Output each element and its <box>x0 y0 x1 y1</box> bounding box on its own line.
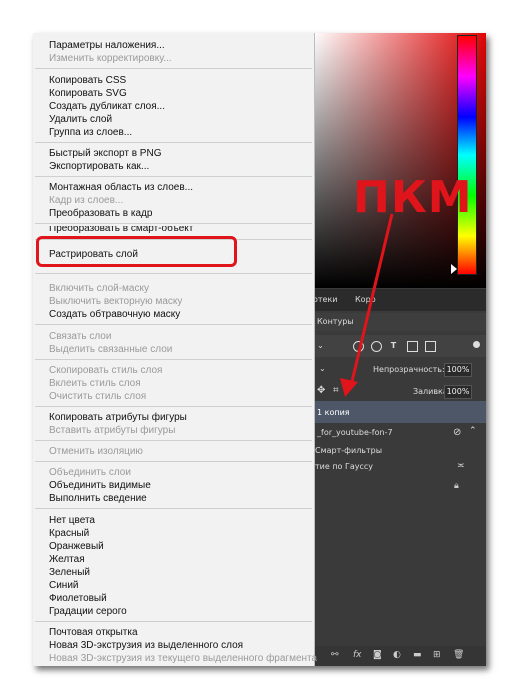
annotation-arrow <box>340 213 394 397</box>
